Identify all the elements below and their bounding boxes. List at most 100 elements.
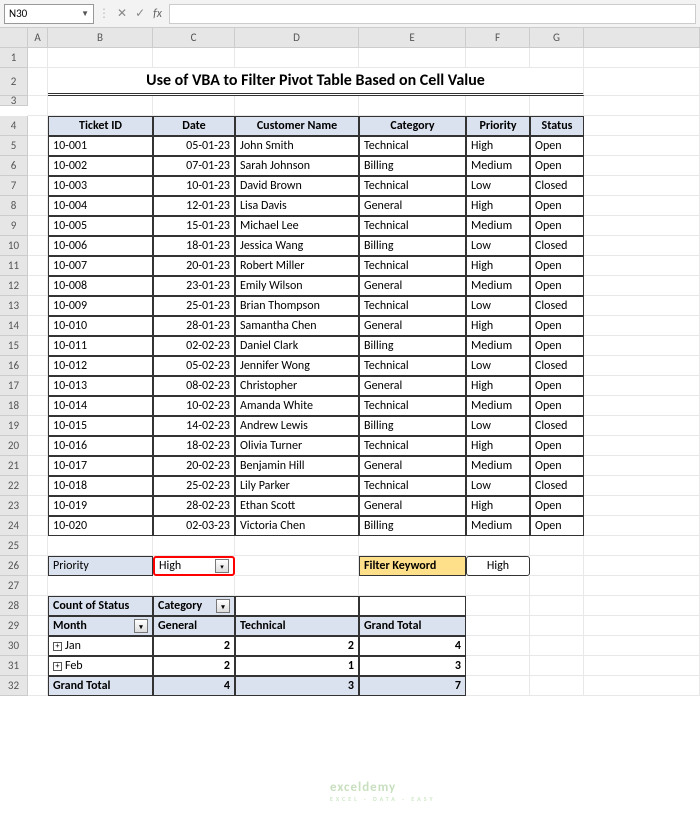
row-header-6[interactable]: 6 [0,156,28,176]
select-all-corner[interactable] [0,28,28,48]
fx-icon[interactable]: fx [150,7,165,21]
table-cell: 25-01-23 [153,296,235,316]
table-cell: 10-008 [48,276,153,296]
row-header-7[interactable]: 7 [0,176,28,196]
blank-cell [359,576,466,596]
row-header-26[interactable]: 26 [0,556,28,576]
blank-cell [28,256,48,276]
col-header-C[interactable]: C [153,28,235,48]
table-cell: 10-019 [48,496,153,516]
row-header-24[interactable]: 24 [0,516,28,536]
blank-cell [28,436,48,456]
row-header-31[interactable]: 31 [0,656,28,676]
table-cell: Jennifer Wong [235,356,359,376]
table-cell: Medium [466,396,530,416]
row-header-13[interactable]: 13 [0,296,28,316]
row-header-1[interactable]: 1 [0,48,28,68]
blank-cell [584,516,700,536]
expand-icon[interactable]: + [53,642,62,651]
row-header-4[interactable]: 4 [0,116,28,136]
row-header-10[interactable]: 10 [0,236,28,256]
cancel-icon[interactable]: ✕ [114,6,130,21]
row-header-11[interactable]: 11 [0,256,28,276]
row-header-8[interactable]: 8 [0,196,28,216]
name-box[interactable]: N30 ▼ [4,4,94,24]
dropdown-icon[interactable]: ▾ [216,599,230,613]
pivot-col-1: Technical [235,616,359,636]
row-header-30[interactable]: 30 [0,636,28,656]
pivot-grand-col: Grand Total [359,616,466,636]
table-cell: Open [530,376,584,396]
name-box-value: N30 [9,7,27,20]
table-cell: Billing [359,516,466,536]
blank-cell [359,96,466,116]
pivot-val: 3 [359,656,466,676]
expand-icon[interactable]: + [53,662,62,671]
row-header-19[interactable]: 19 [0,416,28,436]
blank-cell [235,576,359,596]
blank-cell [584,236,700,256]
table-cell: 10-014 [48,396,153,416]
pivot-val: 2 [235,636,359,656]
row-header-23[interactable]: 23 [0,496,28,516]
table-cell: Technical [359,436,466,456]
blank-cell [584,536,700,556]
table-cell: Open [530,496,584,516]
row-header-25[interactable]: 25 [0,536,28,556]
pivot-filter-cell[interactable]: High▾ [153,556,235,576]
dropdown-icon[interactable]: ▾ [134,619,148,633]
col-header-A[interactable]: A [28,28,48,48]
row-header-28[interactable]: 28 [0,596,28,616]
table-cell: 10-003 [48,176,153,196]
formula-bar[interactable] [169,4,696,24]
row-header-2[interactable]: 2 [0,68,28,96]
blank-cell [28,636,48,656]
row-header-9[interactable]: 9 [0,216,28,236]
row-header-20[interactable]: 20 [0,436,28,456]
blank-cell [28,276,48,296]
enter-icon[interactable]: ✓ [132,6,148,21]
row-header-16[interactable]: 16 [0,356,28,376]
row-header-22[interactable]: 22 [0,476,28,496]
pivot-row-field[interactable]: Month▾ [48,616,153,636]
col-header-F[interactable]: F [466,28,530,48]
chevron-down-icon[interactable]: ▼ [81,9,89,19]
row-header-21[interactable]: 21 [0,456,28,476]
row-header-18[interactable]: 18 [0,396,28,416]
filter-keyword-value[interactable]: High [466,556,530,576]
blank-cell [48,536,153,556]
table-cell: Ethan Scott [235,496,359,516]
blank-cell [584,676,700,696]
row-header-29[interactable]: 29 [0,616,28,636]
row-header-17[interactable]: 17 [0,376,28,396]
col-header-G[interactable]: G [530,28,584,48]
row-header-15[interactable]: 15 [0,336,28,356]
table-cell: General [359,496,466,516]
blank-cell [28,156,48,176]
col-header-E[interactable]: E [359,28,466,48]
blank-cell [530,576,584,596]
row-header-5[interactable]: 5 [0,136,28,156]
table-cell: 10-018 [48,476,153,496]
pivot-row-label[interactable]: +Jan [48,636,153,656]
table-cell: Open [530,396,584,416]
col-header-blank [584,28,700,48]
row-header-14[interactable]: 14 [0,316,28,336]
formula-toolbar: N30 ▼ ⋮ ✕ ✓ fx [0,0,700,28]
blank-cell [466,596,530,616]
table-cell: High [466,496,530,516]
pivot-col-field[interactable]: Category▾ [153,596,235,616]
col-header-D[interactable]: D [235,28,359,48]
col-header-B[interactable]: B [48,28,153,48]
blank-cell [28,456,48,476]
filter-icon[interactable]: ▾ [215,559,229,573]
pivot-val: 1 [235,656,359,676]
row-header-12[interactable]: 12 [0,276,28,296]
row-header-3[interactable]: 3 [0,96,28,106]
pivot-row-label[interactable]: +Feb [48,656,153,676]
blank-cell [530,616,584,636]
watermark: exceldemy EXCEL · DATA · EASY [330,780,436,803]
blank-cell [28,376,48,396]
row-header-27[interactable]: 27 [0,576,28,596]
row-header-32[interactable]: 32 [0,676,28,696]
